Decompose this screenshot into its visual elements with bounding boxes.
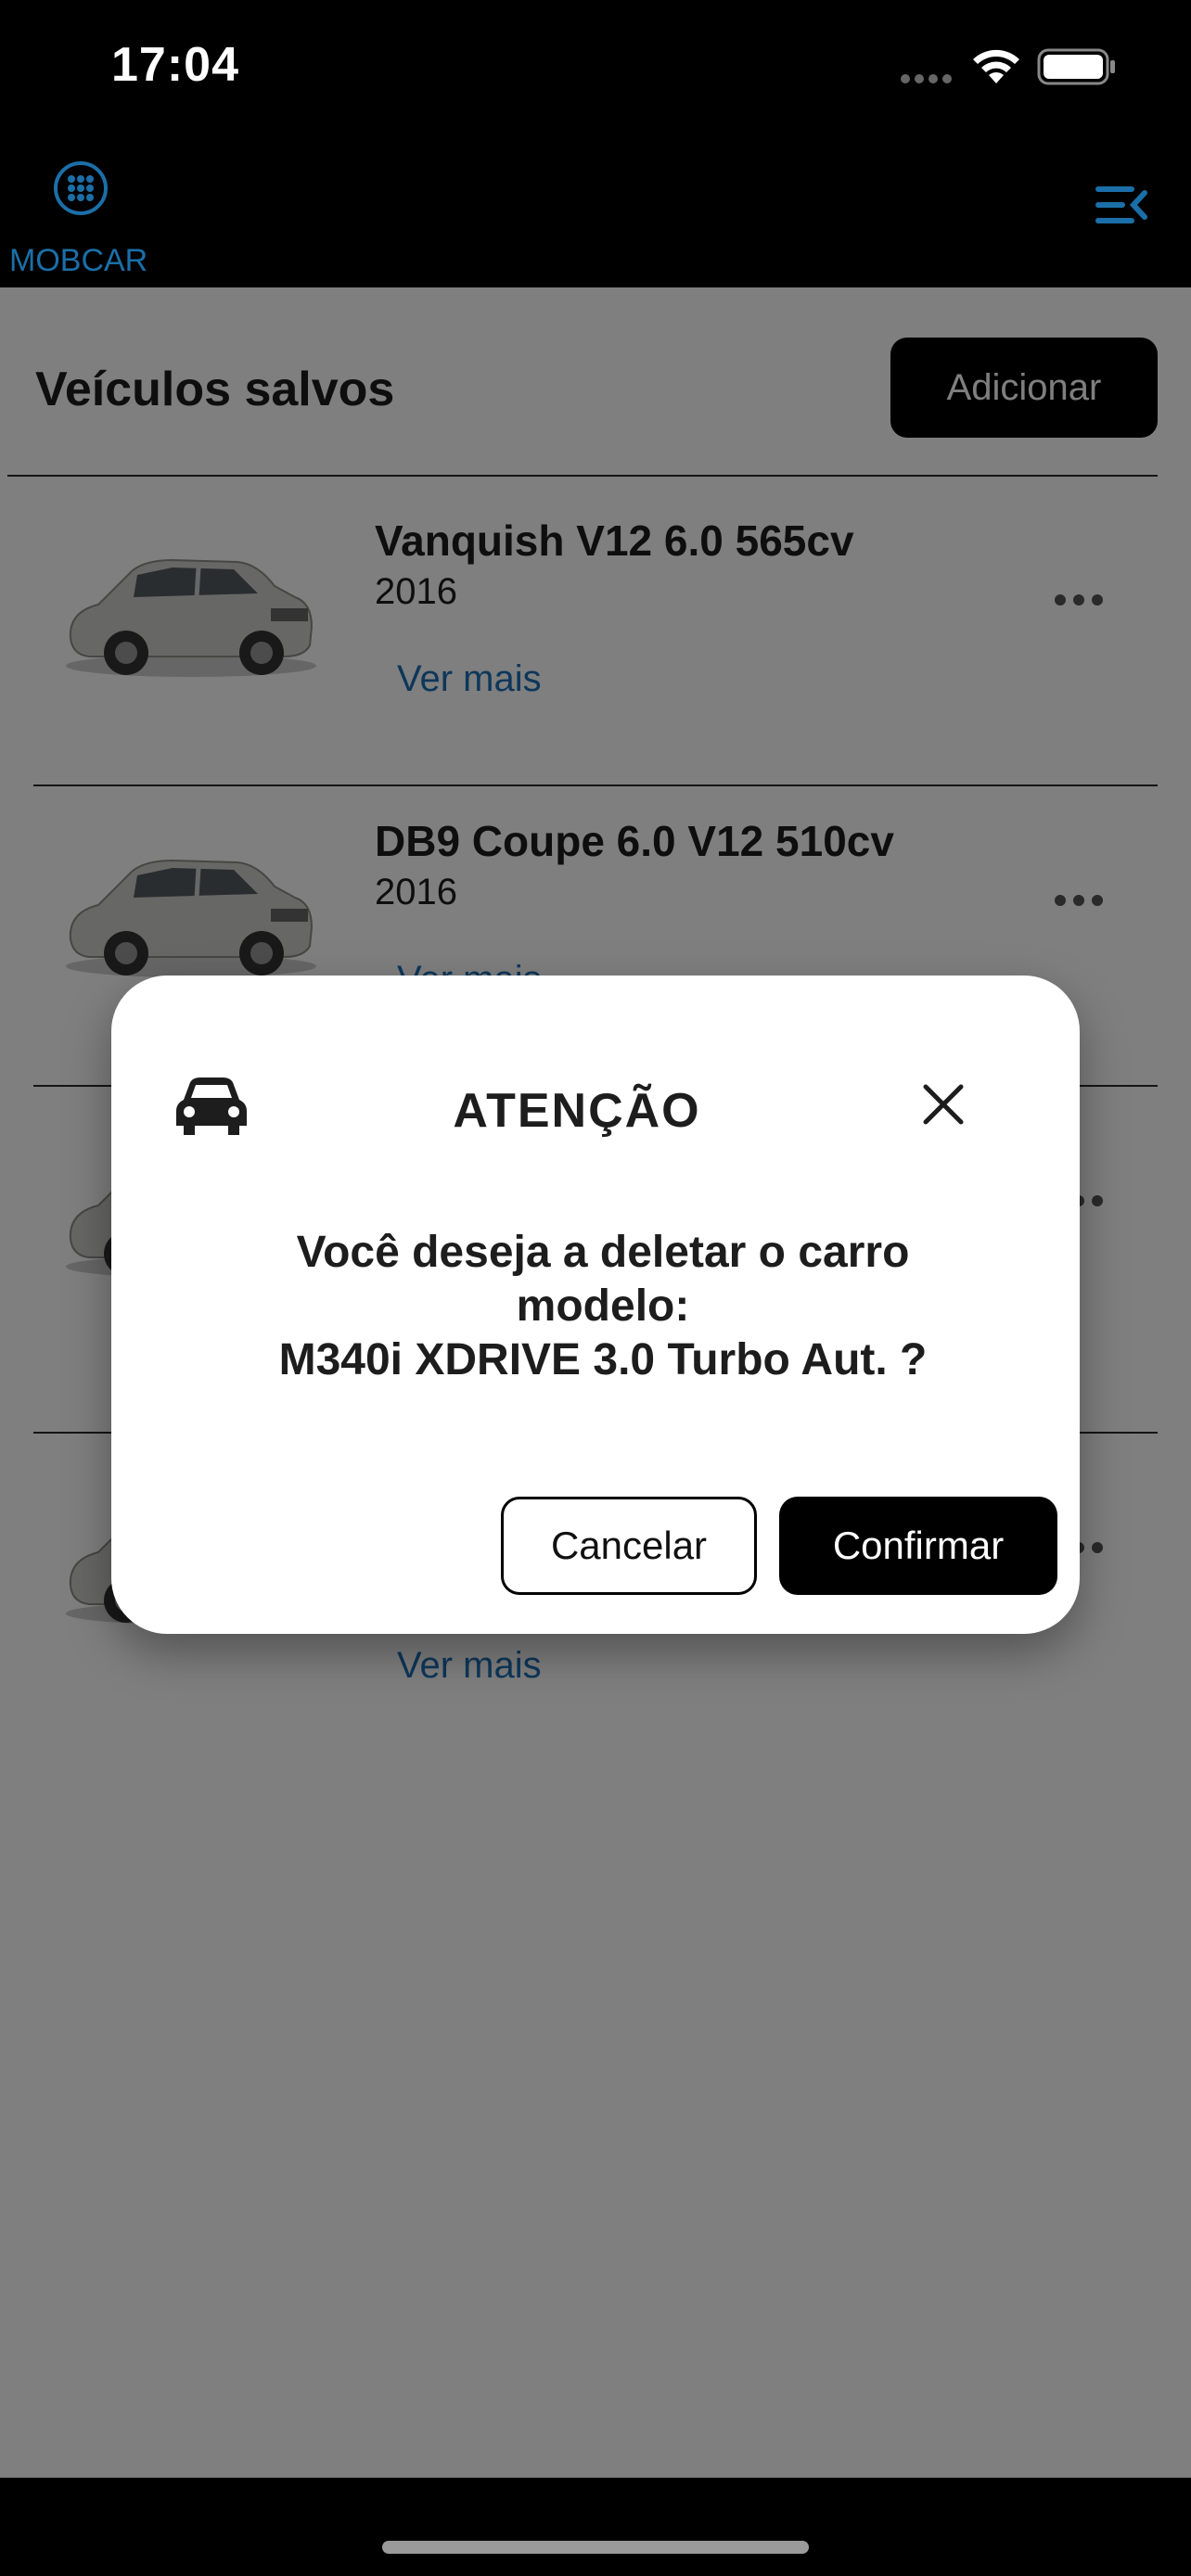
cancel-button[interactable]: Cancelar [501, 1497, 757, 1595]
brand-name: MOBCAR [9, 243, 148, 278]
bottom-bar [0, 2478, 1191, 2576]
status-bar: 17:04 [0, 0, 1191, 139]
confirm-button[interactable]: Confirmar [779, 1497, 1057, 1595]
app-header: MOBCAR [0, 139, 1191, 287]
dialog-message-line: modelo: [516, 1282, 690, 1331]
status-time: 17:04 [111, 38, 239, 92]
menu-collapse-icon[interactable] [1095, 184, 1150, 226]
dialog-message-line: Você deseja a deletar o carro [296, 1228, 910, 1277]
grid-circle-icon [54, 161, 108, 215]
brand-logo-button[interactable]: MOBCAR [6, 150, 154, 278]
dialog-message-line: M340i XDRIVE 3.0 Turbo Aut. ? [278, 1335, 928, 1384]
delete-confirmation-dialog: ATENÇÃO Você deseja a deletar o carro mo… [111, 976, 1080, 1634]
home-indicator[interactable] [382, 2541, 809, 2554]
cellular-signal-icon [901, 74, 952, 83]
battery-icon [1037, 48, 1115, 85]
dialog-message: Você deseja a deletar o carro modelo: M3… [195, 1226, 1011, 1387]
wifi-icon [973, 49, 1019, 83]
close-icon[interactable] [922, 1083, 965, 1126]
